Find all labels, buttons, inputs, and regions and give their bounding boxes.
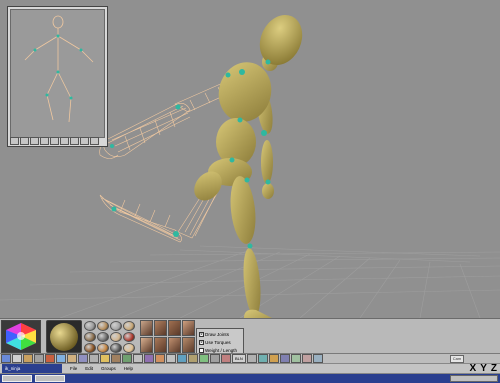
weight-length-checkbox[interactable] <box>199 347 204 353</box>
tool-icon[interactable] <box>122 354 132 363</box>
preview-btn[interactable] <box>20 137 29 145</box>
tool-icon[interactable] <box>23 354 33 363</box>
taskbar-button[interactable] <box>2 375 32 382</box>
tool-icon[interactable] <box>199 354 209 363</box>
app-tab[interactable]: ik_ninja <box>2 364 62 373</box>
texture-swatch[interactable] <box>168 320 181 336</box>
preview-btn[interactable] <box>40 137 49 145</box>
tool-icon[interactable] <box>155 354 165 363</box>
mannequin-figure[interactable] <box>189 8 311 318</box>
use-torques-option[interactable]: × Use Torques <box>199 338 241 346</box>
taskbar <box>0 374 500 383</box>
tool-icon[interactable] <box>12 354 22 363</box>
draw-joints-option[interactable]: × Draw Joints <box>199 330 241 338</box>
material-swatch[interactable] <box>97 343 109 353</box>
material-swatch[interactable] <box>97 321 109 331</box>
menu-file[interactable]: File <box>70 364 77 373</box>
tool-icon[interactable] <box>268 354 279 363</box>
taskbar-clock <box>450 375 498 382</box>
preview-btn[interactable] <box>30 137 39 145</box>
axis-selector: X Y Z <box>470 363 497 374</box>
tool-icon[interactable] <box>210 354 220 363</box>
preview-btn[interactable] <box>60 137 69 145</box>
material-swatch[interactable] <box>110 343 122 353</box>
use-torques-checkbox[interactable]: × <box>199 339 204 345</box>
app-window: × Draw Joints × Use Torques Weight / Len… <box>0 0 500 383</box>
preview-btn[interactable] <box>10 137 19 145</box>
material-panel: × Draw Joints × Use Torques Weight / Len… <box>0 318 500 354</box>
texture-swatch[interactable] <box>182 320 195 336</box>
material-swatch[interactable] <box>123 343 135 353</box>
material-swatch[interactable] <box>110 332 122 342</box>
material-swatch[interactable] <box>123 321 135 331</box>
material-swatch[interactable] <box>123 332 135 342</box>
axis-z-button[interactable]: Z <box>491 363 497 374</box>
bln-button[interactable]: BLN <box>232 354 246 363</box>
ankle-joint[interactable] <box>111 206 117 212</box>
tool-icon[interactable] <box>221 354 231 363</box>
material-swatch-grid <box>84 321 138 353</box>
preview-viewport[interactable] <box>10 9 105 138</box>
tool-icon[interactable] <box>144 354 154 363</box>
elbow-joint[interactable] <box>175 104 181 110</box>
wrist-joint[interactable] <box>110 144 114 148</box>
tool-icon[interactable] <box>301 354 312 363</box>
tool-icon[interactable] <box>290 354 301 363</box>
axis-y-button[interactable]: Y <box>480 363 487 374</box>
tool-icon[interactable] <box>279 354 290 363</box>
preview-window[interactable] <box>7 6 108 147</box>
tool-icon[interactable] <box>257 354 268 363</box>
knee-joint[interactable] <box>173 231 179 237</box>
tool-icon[interactable] <box>133 354 143 363</box>
material-swatch[interactable] <box>97 332 109 342</box>
axis-x-button[interactable]: X <box>470 363 477 374</box>
material-swatch[interactable] <box>84 332 96 342</box>
preview-btn[interactable] <box>70 137 79 145</box>
menu-edit[interactable]: Edit <box>85 364 93 373</box>
preview-btn[interactable] <box>50 137 59 145</box>
texture-swatch[interactable] <box>140 337 153 353</box>
tool-icon[interactable] <box>246 354 257 363</box>
material-preview-sphere[interactable] <box>46 320 82 353</box>
tool-icon[interactable] <box>177 354 187 363</box>
preview-toolbar <box>10 137 105 145</box>
texture-swatch[interactable] <box>168 337 181 353</box>
tool-icon[interactable] <box>111 354 121 363</box>
tool-icon[interactable] <box>166 354 176 363</box>
preview-btn[interactable] <box>90 137 99 145</box>
tool-icon[interactable] <box>67 354 77 363</box>
texture-swatch[interactable] <box>140 320 153 336</box>
menu-bar: ik_ninja File Edit Groups Help Cam X Y Z <box>0 355 500 374</box>
texture-swatch[interactable] <box>154 337 167 353</box>
icon-toolbar: BLN <box>0 353 500 363</box>
tool-icon[interactable] <box>45 354 55 363</box>
tool-icon[interactable] <box>100 354 110 363</box>
tool-icon[interactable] <box>312 354 323 363</box>
3d-viewport[interactable] <box>0 0 500 318</box>
color-picker[interactable] <box>1 320 41 353</box>
tool-icon[interactable] <box>56 354 66 363</box>
texture-swatch-grid <box>140 320 196 353</box>
camera-toggle[interactable]: Cam <box>450 355 464 363</box>
tool-icon[interactable] <box>1 354 11 363</box>
texture-swatch[interactable] <box>182 337 195 353</box>
material-swatch[interactable] <box>110 321 122 331</box>
tool-icon[interactable] <box>78 354 88 363</box>
tool-icon[interactable] <box>188 354 198 363</box>
preview-figure <box>24 15 94 123</box>
ik-options: × Draw Joints × Use Torques Weight / Len… <box>196 328 244 354</box>
draw-joints-checkbox[interactable]: × <box>199 331 204 337</box>
wireframe-arm <box>99 81 233 159</box>
tool-icon[interactable] <box>89 354 99 363</box>
preview-btn[interactable] <box>80 137 89 145</box>
material-swatch[interactable] <box>84 321 96 331</box>
texture-swatch[interactable] <box>154 320 167 336</box>
taskbar-button[interactable] <box>35 375 65 382</box>
tool-icon[interactable] <box>34 354 44 363</box>
material-swatch[interactable] <box>84 343 96 353</box>
menu-help[interactable]: Help <box>124 364 133 373</box>
menu-groups[interactable]: Groups <box>101 364 116 373</box>
